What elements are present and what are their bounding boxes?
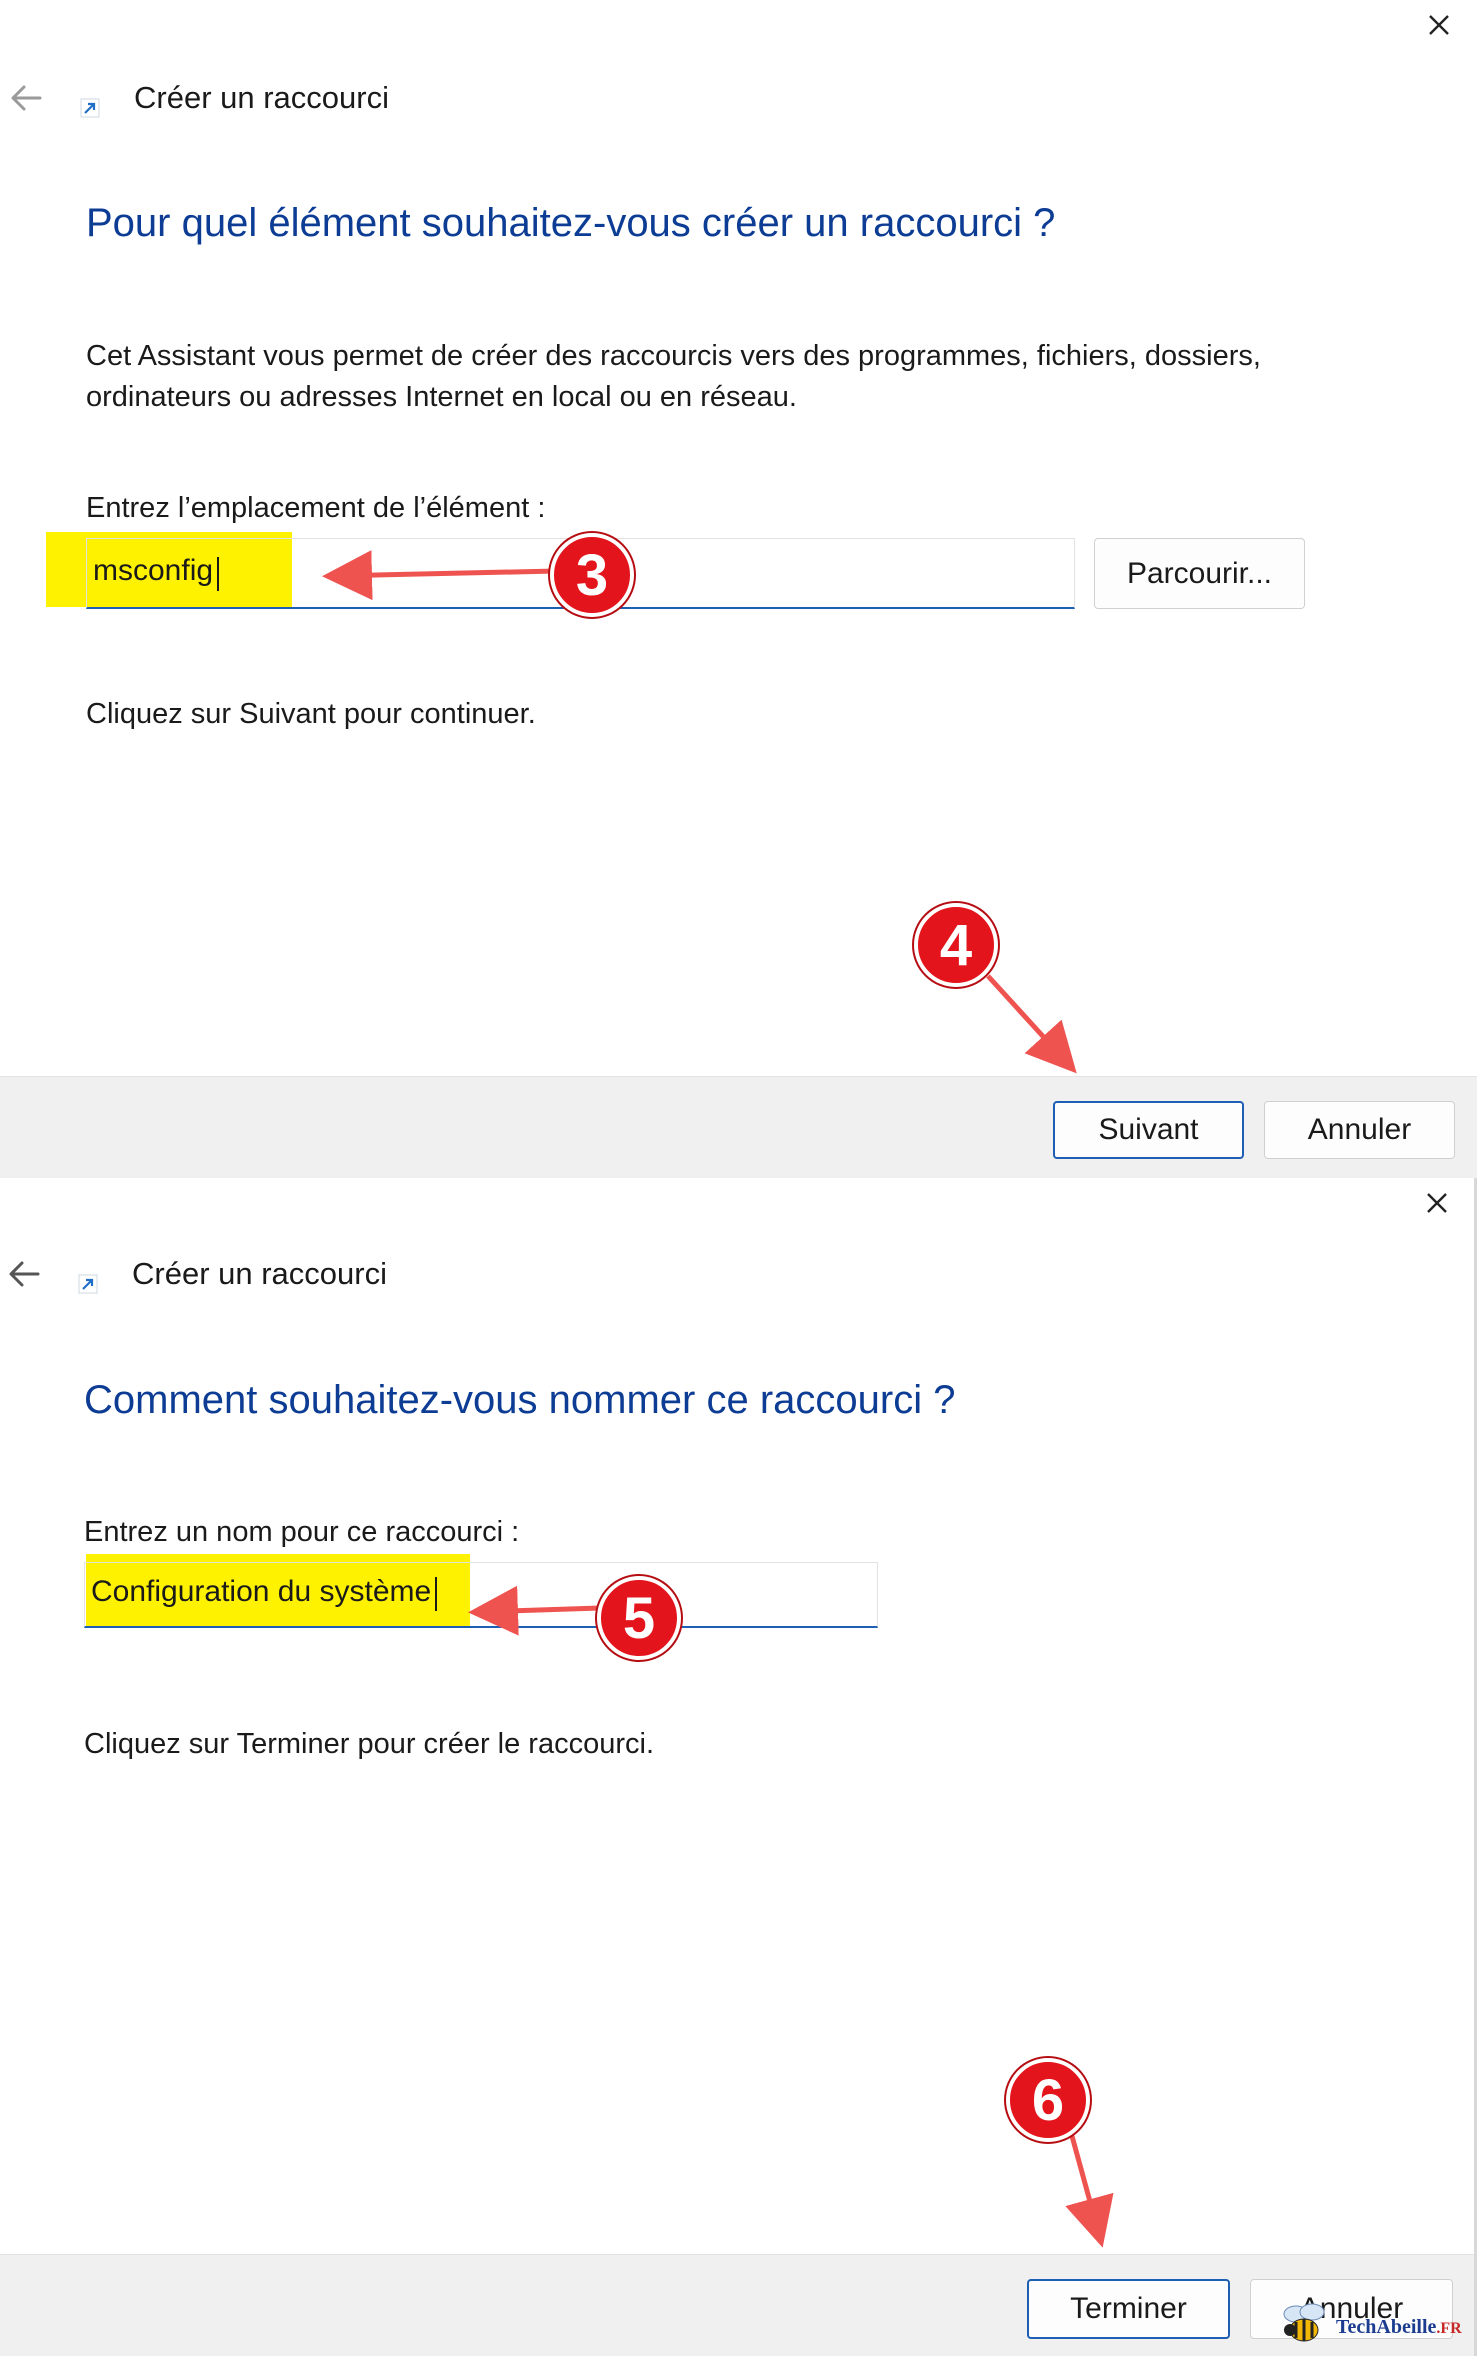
shortcut-icon — [78, 1274, 98, 1294]
create-shortcut-dialog-step1: Créer un raccourci Pour quel élément sou… — [0, 0, 1477, 1178]
watermark: TechAbeille.FR — [1270, 2300, 1470, 2350]
step-6-badge: 6 — [1006, 2058, 1090, 2142]
step-3-badge: 3 — [550, 533, 634, 617]
shortcut-name-value: Configuration du système — [91, 1575, 432, 1608]
name-label: Entrez un nom pour ce raccourci : — [84, 1516, 520, 1548]
watermark-tld: .FR — [1436, 2320, 1462, 2337]
browse-button[interactable]: Parcourir... — [1094, 538, 1305, 609]
create-shortcut-dialog-step2: Créer un raccourci Comment souhaitez-vou… — [0, 1178, 1477, 2356]
cancel-button[interactable]: Annuler — [1264, 1101, 1455, 1159]
wizard-title: Créer un raccourci — [132, 1256, 387, 1291]
shortcut-icon — [80, 98, 100, 118]
wizard-footer: Suivant Annuler — [0, 1076, 1477, 1178]
watermark-brand: TechAbeille — [1336, 2316, 1437, 2338]
text-caret — [217, 557, 219, 591]
back-arrow-icon[interactable] — [6, 78, 46, 118]
watermark-text: TechAbeille.FR — [1336, 2316, 1462, 2339]
wizard-description: Cet Assistant vous permet de créer des r… — [86, 340, 1261, 413]
close-icon[interactable] — [1420, 1186, 1454, 1220]
shortcut-name-input[interactable]: Configuration du système — [84, 1562, 878, 1628]
step-5-badge: 5 — [597, 1576, 681, 1660]
back-arrow-icon[interactable] — [4, 1254, 44, 1294]
text-caret — [435, 1577, 437, 1611]
wizard-footer: Terminer Annuler — [0, 2254, 1474, 2356]
bee-icon — [1283, 2303, 1325, 2342]
close-icon[interactable] — [1422, 8, 1456, 42]
location-label: Entrez l’emplacement de l’élément : — [86, 492, 546, 524]
page-heading: Comment souhaitez-vous nommer ce raccour… — [84, 1378, 956, 1422]
page-heading: Pour quel élément souhaitez-vous créer u… — [86, 201, 1056, 245]
location-input-value: msconfig — [93, 554, 214, 587]
finish-button[interactable]: Terminer — [1027, 2279, 1230, 2339]
finish-hint: Cliquez sur Terminer pour créer le racco… — [84, 1728, 655, 1760]
wizard-title: Créer un raccourci — [134, 80, 389, 115]
step-4-badge: 4 — [914, 903, 998, 987]
next-button[interactable]: Suivant — [1053, 1101, 1244, 1159]
continue-hint: Cliquez sur Suivant pour continuer. — [86, 698, 536, 730]
